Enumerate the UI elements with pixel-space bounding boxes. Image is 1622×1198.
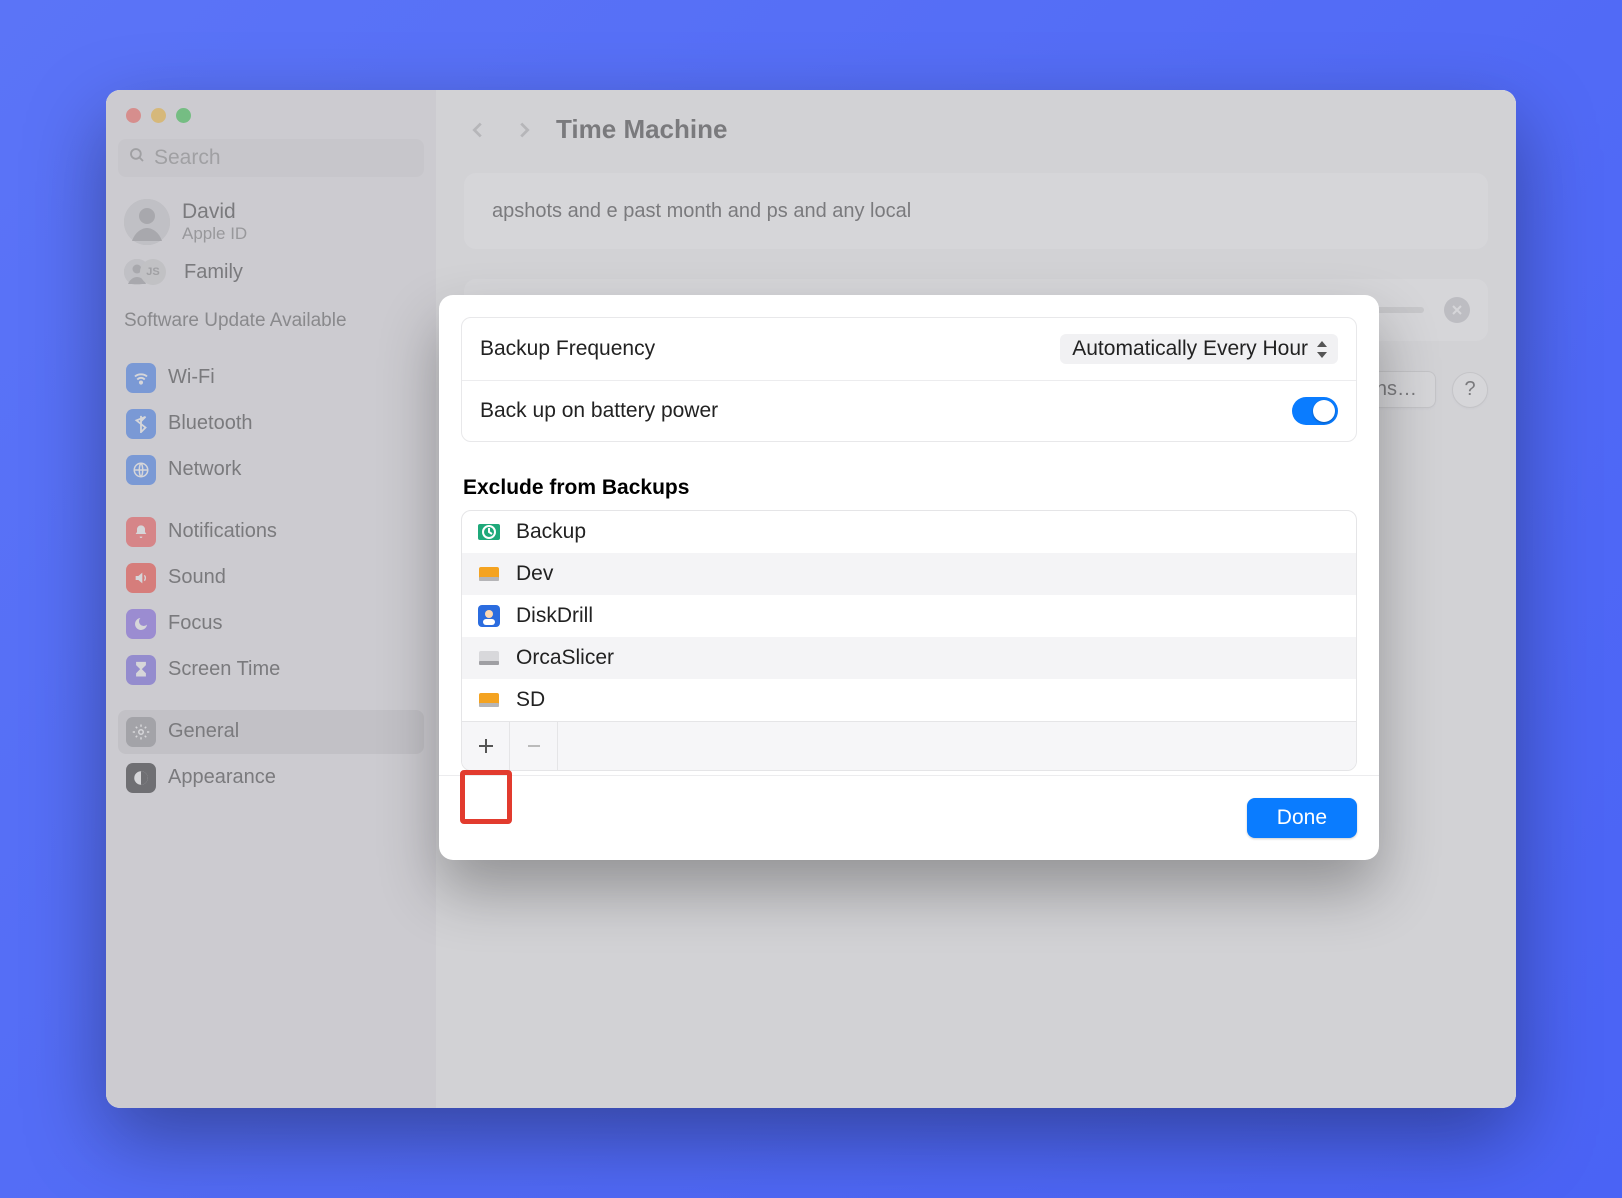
exclude-item[interactable]: Dev	[462, 553, 1356, 595]
sheet-footer: Done	[439, 775, 1379, 860]
exclude-item[interactable]: OrcaSlicer	[462, 637, 1356, 679]
exclude-item-name: DiskDrill	[516, 604, 593, 628]
external-drive-icon	[476, 645, 502, 671]
settings-window: Search David Apple ID JS Family Software…	[106, 90, 1516, 1108]
backup-options-group: Backup Frequency Automatically Every Hou…	[461, 317, 1357, 442]
app-icon	[476, 603, 502, 629]
backup-frequency-row: Backup Frequency Automatically Every Hou…	[462, 318, 1356, 380]
exclude-item[interactable]: DiskDrill	[462, 595, 1356, 637]
add-exclude-button[interactable]	[462, 722, 510, 770]
external-drive-icon	[476, 687, 502, 713]
battery-power-label: Back up on battery power	[480, 399, 718, 423]
backup-frequency-label: Backup Frequency	[480, 337, 655, 361]
exclude-item-name: Dev	[516, 562, 553, 586]
backup-frequency-select[interactable]: Automatically Every Hour	[1060, 334, 1338, 364]
stepper-icon	[1316, 341, 1330, 358]
exclude-item[interactable]: Backup	[462, 511, 1356, 553]
done-button[interactable]: Done	[1247, 798, 1357, 838]
exclude-title: Exclude from Backups	[463, 476, 1355, 500]
battery-power-row: Back up on battery power	[462, 380, 1356, 441]
remove-exclude-button[interactable]	[510, 722, 558, 770]
exclude-item-name: OrcaSlicer	[516, 646, 614, 670]
exclude-item[interactable]: SD	[462, 679, 1356, 721]
exclude-list: Backup Dev DiskDrill	[461, 510, 1357, 771]
exclude-item-name: Backup	[516, 520, 586, 544]
backup-frequency-value: Automatically Every Hour	[1072, 337, 1308, 361]
battery-power-toggle[interactable]	[1292, 397, 1338, 425]
exclude-footer	[462, 721, 1356, 770]
options-sheet: Backup Frequency Automatically Every Hou…	[439, 295, 1379, 860]
exclude-item-name: SD	[516, 688, 545, 712]
external-drive-icon	[476, 561, 502, 587]
timemachine-drive-icon	[476, 519, 502, 545]
